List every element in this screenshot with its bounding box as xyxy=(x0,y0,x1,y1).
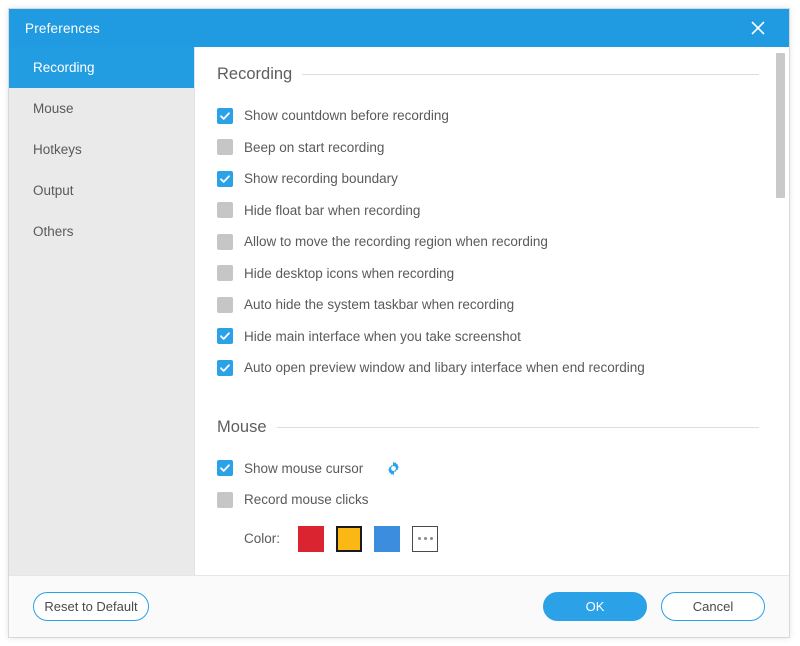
checkbox-label: Beep on start recording xyxy=(244,140,384,155)
reset-to-default-button[interactable]: Reset to Default xyxy=(33,592,149,621)
sidebar-item-label: Others xyxy=(33,224,74,239)
checkbox-hide-main-interface[interactable]: Hide main interface when you take screen… xyxy=(217,321,759,353)
section-header-mouse: Mouse xyxy=(217,418,759,437)
title-bar: Preferences xyxy=(9,9,789,47)
checkbox-unchecked-icon[interactable] xyxy=(217,265,233,281)
checkbox-show-countdown[interactable]: Show countdown before recording xyxy=(217,100,759,132)
content-scrollbar[interactable] xyxy=(776,47,785,575)
sidebar-item-others[interactable]: Others xyxy=(9,211,194,252)
checkbox-label: Hide desktop icons when recording xyxy=(244,266,454,281)
checkbox-label: Allow to move the recording region when … xyxy=(244,234,548,249)
checkbox-checked-icon[interactable] xyxy=(217,171,233,187)
checkbox-label: Show mouse cursor xyxy=(244,461,363,476)
checkbox-allow-move-region[interactable]: Allow to move the recording region when … xyxy=(217,226,759,258)
dot xyxy=(430,537,433,540)
checkbox-unchecked-icon[interactable] xyxy=(217,234,233,250)
sidebar-item-recording[interactable]: Recording xyxy=(9,47,194,88)
dot xyxy=(424,537,427,540)
sidebar-item-mouse[interactable]: Mouse xyxy=(9,88,194,129)
checkbox-auto-open-preview[interactable]: Auto open preview window and libary inte… xyxy=(217,352,759,384)
color-swatch-red[interactable] xyxy=(298,526,324,552)
cancel-button[interactable]: Cancel xyxy=(661,592,765,621)
gear-icon[interactable] xyxy=(385,460,402,477)
section-title: Mouse xyxy=(217,418,267,437)
sidebar: Recording Mouse Hotkeys Output Others xyxy=(9,47,195,575)
checkbox-record-mouse-clicks[interactable]: Record mouse clicks xyxy=(217,484,759,516)
dot xyxy=(418,537,421,540)
ok-button[interactable]: OK xyxy=(543,592,647,621)
close-icon[interactable] xyxy=(737,9,779,47)
checkbox-unchecked-icon[interactable] xyxy=(217,297,233,313)
checkbox-hide-desktop-icons[interactable]: Hide desktop icons when recording xyxy=(217,258,759,290)
section-divider xyxy=(302,74,759,75)
dialog-body: Recording Mouse Hotkeys Output Others Re… xyxy=(9,47,789,575)
checkbox-label: Show countdown before recording xyxy=(244,108,449,123)
checkbox-checked-icon[interactable] xyxy=(217,460,233,476)
settings-panel: Recording Show countdown before recordin… xyxy=(195,47,789,575)
sidebar-item-label: Hotkeys xyxy=(33,142,82,157)
checkbox-label: Auto hide the system taskbar when record… xyxy=(244,297,514,312)
sidebar-item-label: Output xyxy=(33,183,74,198)
checkbox-auto-hide-taskbar[interactable]: Auto hide the system taskbar when record… xyxy=(217,289,759,321)
sidebar-item-label: Mouse xyxy=(33,101,74,116)
checkbox-show-mouse-cursor[interactable]: Show mouse cursor xyxy=(217,453,759,485)
preferences-dialog: Preferences Recording Mouse Hotkeys Outp… xyxy=(8,8,790,638)
checkbox-label: Auto open preview window and libary inte… xyxy=(244,360,645,375)
color-swatch-more-button[interactable] xyxy=(412,526,438,552)
section-title: Recording xyxy=(217,65,292,84)
checkbox-unchecked-icon[interactable] xyxy=(217,139,233,155)
checkbox-label: Hide float bar when recording xyxy=(244,203,420,218)
checkbox-beep-on-start[interactable]: Beep on start recording xyxy=(217,132,759,164)
settings-content: Recording Show countdown before recordin… xyxy=(195,47,789,575)
sidebar-item-label: Recording xyxy=(33,60,95,75)
checkbox-unchecked-icon[interactable] xyxy=(217,202,233,218)
checkbox-label: Show recording boundary xyxy=(244,171,398,186)
sidebar-item-hotkeys[interactable]: Hotkeys xyxy=(9,129,194,170)
checkbox-checked-icon[interactable] xyxy=(217,328,233,344)
checkbox-checked-icon[interactable] xyxy=(217,360,233,376)
checkbox-label: Hide main interface when you take screen… xyxy=(244,329,521,344)
color-picker-row: Color: xyxy=(244,520,759,558)
section-divider xyxy=(277,427,759,428)
dialog-footer: Reset to Default OK Cancel xyxy=(9,575,789,637)
section-header-recording: Recording xyxy=(217,65,759,84)
checkbox-unchecked-icon[interactable] xyxy=(217,492,233,508)
checkbox-show-recording-boundary[interactable]: Show recording boundary xyxy=(217,163,759,195)
checkbox-label: Record mouse clicks xyxy=(244,492,369,507)
color-swatch-orange[interactable] xyxy=(336,526,362,552)
checkbox-hide-float-bar[interactable]: Hide float bar when recording xyxy=(217,195,759,227)
scrollbar-thumb[interactable] xyxy=(776,53,785,198)
window-title: Preferences xyxy=(25,21,100,36)
checkbox-checked-icon[interactable] xyxy=(217,108,233,124)
color-label: Color: xyxy=(244,531,280,546)
footer-actions: OK Cancel xyxy=(543,592,765,621)
color-swatch-blue[interactable] xyxy=(374,526,400,552)
sidebar-item-output[interactable]: Output xyxy=(9,170,194,211)
